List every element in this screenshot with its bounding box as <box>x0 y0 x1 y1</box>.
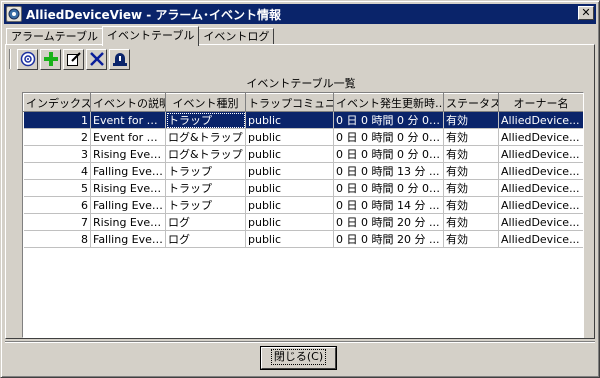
window-title: AlliedDeviceView - アラーム･イベント情報 <box>26 7 282 22</box>
cell-owner[interactable]: AlliedDevice... <box>498 111 583 129</box>
table-row[interactable]: 8 Falling Even... ログ public 0 日 0 時間 20 分 ..… <box>23 230 583 248</box>
cell-index[interactable]: 5 <box>23 179 91 197</box>
table-row[interactable]: 3 Rising Event... ログ&トラップ public 0 日 0 時間 0 … <box>23 145 583 163</box>
cell-trap-community[interactable]: public <box>245 128 334 146</box>
add-button[interactable] <box>40 48 61 70</box>
cell-event-type[interactable]: ログ&トラップ <box>165 145 246 163</box>
cell-status[interactable]: 有効 <box>443 162 499 180</box>
close-button-label: 閉じる(C) <box>270 349 327 365</box>
window-close-button[interactable]: ✕ <box>578 6 594 20</box>
table-row[interactable]: 6 Falling Even... トラップ public 0 日 0 時間 14 分 … <box>23 196 583 214</box>
cell-index[interactable]: 3 <box>23 145 91 163</box>
cell-last-time-sent[interactable]: 0 日 0 時間 0 分 0 ... <box>333 111 444 129</box>
col-header-last-time-sent[interactable]: イベント発生更新時… <box>333 93 444 112</box>
cell-status[interactable]: 有効 <box>443 145 499 163</box>
table-header-row: インデックス イベントの説明 イベント種別 トラップコミュニテ… イベント発生更… <box>23 93 583 112</box>
cell-index[interactable]: 6 <box>23 196 91 214</box>
cell-event-type[interactable]: トラップ <box>165 162 246 180</box>
cell-owner[interactable]: AlliedDevice... <box>498 128 583 146</box>
cell-last-time-sent[interactable]: 0 日 0 時間 0 分 0 ... <box>333 145 444 163</box>
delete-icon <box>89 52 104 66</box>
cell-owner[interactable]: AlliedDevice... <box>498 213 583 231</box>
cell-owner[interactable]: AlliedDevice... <box>498 230 583 248</box>
cell-status[interactable]: 有効 <box>443 196 499 214</box>
cell-description[interactable]: Rising Event... <box>90 213 166 231</box>
cell-owner[interactable]: AlliedDevice... <box>498 162 583 180</box>
cell-event-type[interactable]: ログ <box>165 230 246 248</box>
cell-event-type[interactable]: トラップ <box>165 111 246 129</box>
cell-last-time-sent[interactable]: 0 日 0 時間 20 分 ... <box>333 230 444 248</box>
dialog-window: AlliedDeviceView - アラーム･イベント情報 ✕ アラームテーブ… <box>0 0 600 378</box>
edit-icon <box>66 52 81 66</box>
cell-trap-community[interactable]: public <box>245 162 334 180</box>
cell-owner[interactable]: AlliedDevice... <box>498 145 583 163</box>
cell-status[interactable]: 有効 <box>443 111 499 129</box>
title-bar[interactable]: AlliedDeviceView - アラーム･イベント情報 ✕ <box>4 4 596 24</box>
table-row[interactable]: 1 Event for Al... トラップ public 0 日 0 時間 0 分 0… <box>23 111 583 129</box>
tab-event-table[interactable]: イベントテーブル <box>102 26 200 46</box>
col-header-owner[interactable]: オーナー名 <box>498 93 583 112</box>
cell-owner[interactable]: AlliedDevice... <box>498 196 583 214</box>
cell-trap-community[interactable]: public <box>245 179 334 197</box>
tab-event-log[interactable]: イベントログ <box>198 28 275 45</box>
cell-trap-community[interactable]: public <box>245 196 334 214</box>
cell-status[interactable]: 有効 <box>443 230 499 248</box>
cell-status[interactable]: 有効 <box>443 128 499 146</box>
col-header-event-type[interactable]: イベント種別 <box>165 93 246 112</box>
refresh-button[interactable] <box>17 48 38 70</box>
refresh-icon <box>20 51 35 67</box>
cell-last-time-sent[interactable]: 0 日 0 時間 0 分 0 ... <box>333 128 444 146</box>
table-row[interactable]: 7 Rising Event... ログ public 0 日 0 時間 20 分 ..… <box>23 213 583 231</box>
cell-description[interactable]: Falling Even... <box>90 162 166 180</box>
cell-trap-community[interactable]: public <box>245 145 334 163</box>
cell-index[interactable]: 2 <box>23 128 91 146</box>
event-table-grid[interactable]: インデックス イベントの説明 イベント種別 トラップコミュニテ… イベント発生更… <box>22 92 584 338</box>
tab-strip: アラームテーブル イベントテーブル イベントログ <box>6 26 275 46</box>
cell-event-type[interactable]: トラップ <box>165 196 246 214</box>
cell-event-type[interactable]: ログ <box>165 213 246 231</box>
cell-event-type[interactable]: トラップ <box>165 179 246 197</box>
tab-alarm-table[interactable]: アラームテーブル <box>6 28 104 45</box>
cell-trap-community[interactable]: public <box>245 111 334 129</box>
col-header-trap-community[interactable]: トラップコミュニテ… <box>245 93 334 112</box>
col-header-index[interactable]: インデックス <box>23 93 91 112</box>
app-icon <box>6 6 22 22</box>
cell-index[interactable]: 7 <box>23 213 91 231</box>
edit-button[interactable] <box>63 48 84 70</box>
table-row[interactable]: 4 Falling Even... トラップ public 0 日 0 時間 13 分 … <box>23 162 583 180</box>
close-button[interactable]: 閉じる(C) <box>261 347 336 369</box>
alarm-button[interactable] <box>109 48 130 70</box>
cell-owner[interactable]: AlliedDevice... <box>498 179 583 197</box>
cell-index[interactable]: 1 <box>23 111 91 129</box>
cell-last-time-sent[interactable]: 0 日 0 時間 13 分 ... <box>333 162 444 180</box>
alarm-bell-icon <box>112 53 127 66</box>
cell-description[interactable]: Rising Event... <box>90 179 166 197</box>
cell-status[interactable]: 有効 <box>443 213 499 231</box>
table-row[interactable]: 5 Rising Event... トラップ public 0 日 0 時間 0 分 0… <box>23 179 583 197</box>
cell-event-type[interactable]: ログ&トラップ <box>165 128 246 146</box>
footer-divider <box>5 341 595 343</box>
cell-description[interactable]: Falling Even... <box>90 196 166 214</box>
cell-description[interactable]: Event for Al... <box>90 128 166 146</box>
cell-trap-community[interactable]: public <box>245 213 334 231</box>
add-icon <box>43 52 58 66</box>
cell-index[interactable]: 4 <box>23 162 91 180</box>
cell-index[interactable]: 8 <box>23 230 91 248</box>
list-title: イベントテーブル一覧 <box>246 77 356 90</box>
delete-button[interactable] <box>86 48 107 70</box>
col-header-status[interactable]: ステータス <box>443 93 499 112</box>
cell-last-time-sent[interactable]: 0 日 0 時間 0 分 0 ... <box>333 179 444 197</box>
cell-description[interactable]: Falling Even... <box>90 230 166 248</box>
toolbar <box>9 48 132 70</box>
cell-description[interactable]: Event for Al... <box>90 111 166 129</box>
col-header-description[interactable]: イベントの説明 <box>90 93 166 112</box>
cell-status[interactable]: 有効 <box>443 179 499 197</box>
cell-last-time-sent[interactable]: 0 日 0 時間 20 分 ... <box>333 213 444 231</box>
cell-trap-community[interactable]: public <box>245 230 334 248</box>
event-table: インデックス イベントの説明 イベント種別 トラップコミュニテ… イベント発生更… <box>23 93 583 248</box>
cell-last-time-sent[interactable]: 0 日 0 時間 14 分 ... <box>333 196 444 214</box>
toolbar-grip <box>9 49 11 69</box>
cell-description[interactable]: Rising Event... <box>90 145 166 163</box>
table-row[interactable]: 2 Event for Al... ログ&トラップ public 0 日 0 時間 0 … <box>23 128 583 146</box>
